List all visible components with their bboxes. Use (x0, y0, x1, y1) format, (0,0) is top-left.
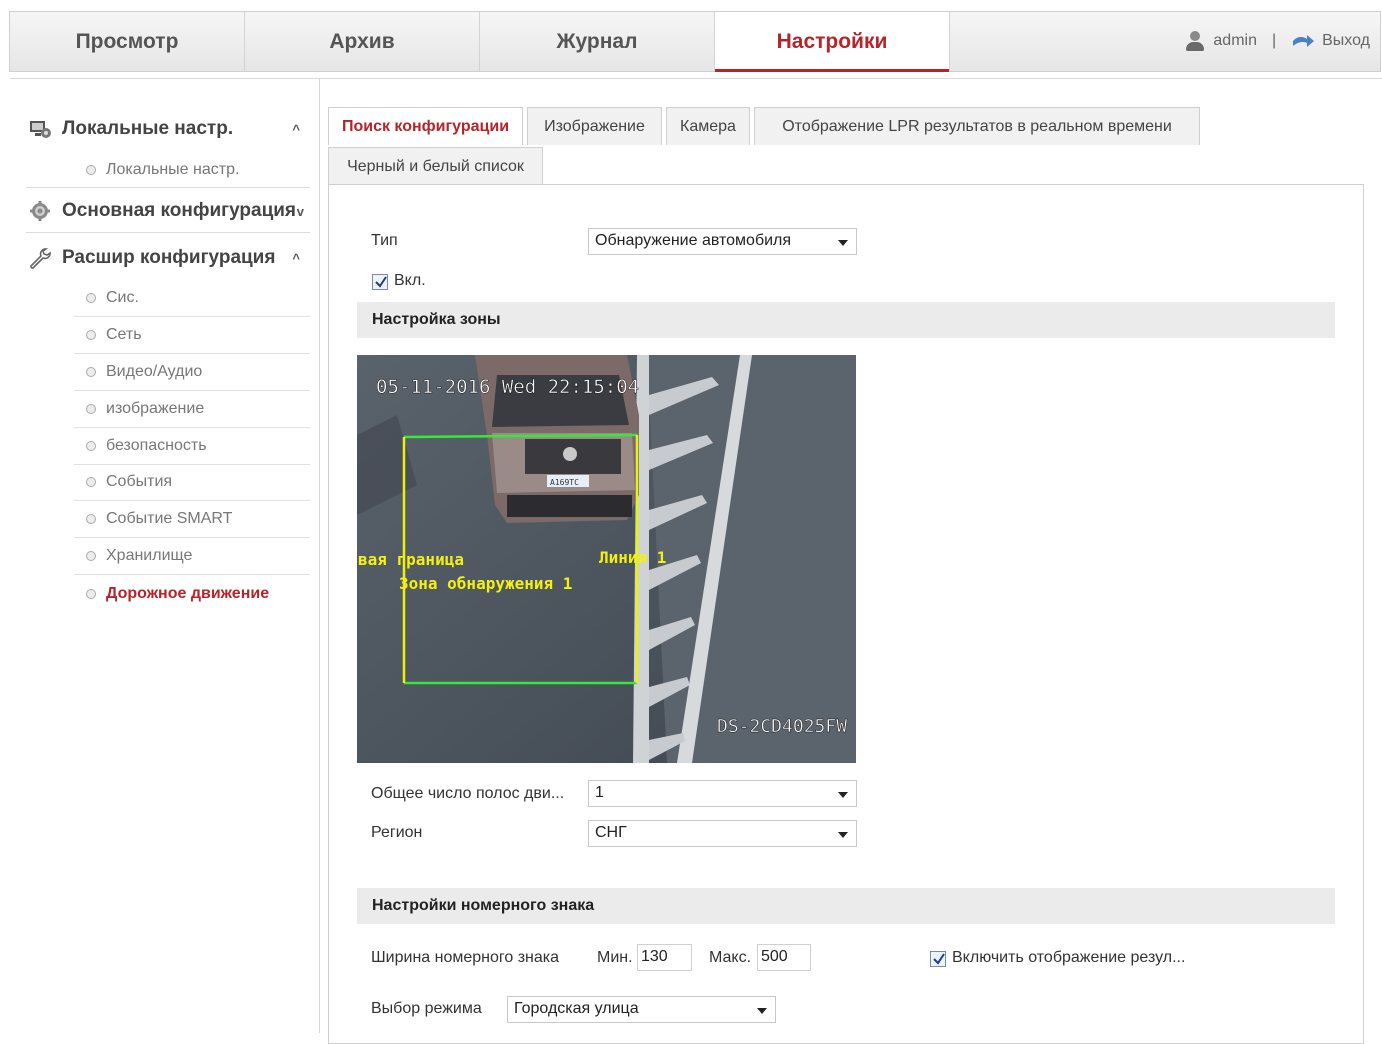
min-label: Мин. (597, 949, 633, 966)
wrench-icon (30, 248, 51, 269)
enable-checkbox[interactable] (372, 274, 388, 290)
sidebar-item-video-audio[interactable]: Видео/Аудио (74, 354, 310, 391)
tab-lpr-realtime[interactable]: Отображение LPR результатов в реальном в… (754, 107, 1200, 145)
logout-link[interactable]: Выход (1322, 32, 1370, 50)
plate-width-label: Ширина номерного знака (371, 949, 560, 966)
tab-settings[interactable]: Настройки (715, 12, 950, 72)
mode-select[interactable]: Городская улица (507, 996, 776, 1023)
zone-settings-header: Настройка зоны (357, 302, 1335, 338)
sidebar-item-smart-event[interactable]: Событие SMART (74, 501, 310, 538)
sidebar-item-network[interactable]: Сеть (74, 317, 310, 354)
video-timestamp: 05-11-2016 Wed 22:15:04 (376, 376, 639, 398)
show-result-checkbox[interactable] (930, 951, 946, 967)
monitor-icon (30, 121, 51, 138)
sidebar-group-basic[interactable]: Основная конфигурация v (28, 193, 306, 229)
divider (26, 232, 310, 233)
dropdown-arrow-icon (838, 240, 848, 246)
dropdown-arrow-icon (757, 1008, 767, 1014)
max-label: Макс. (709, 949, 752, 966)
lanes-label: Общее число полос дви... (371, 785, 565, 802)
zone-label: Зона обнаружения 1 (399, 574, 572, 593)
bullet-icon (86, 551, 96, 561)
lanes-select[interactable]: 1 (588, 780, 857, 807)
tab-black-white-list[interactable]: Черный и белый список (328, 147, 543, 185)
plate-settings-header: Настройки номерного знака (357, 888, 1335, 924)
bullet-icon (86, 330, 96, 340)
min-width-input[interactable]: 130 (637, 944, 692, 971)
username: admin (1213, 32, 1257, 49)
bullet-icon (86, 477, 96, 487)
region-label: Регион (371, 824, 423, 841)
dropdown-arrow-icon (838, 832, 848, 838)
collapse-caret-icon[interactable]: ^ (292, 251, 300, 266)
collapse-caret-icon[interactable]: ^ (292, 122, 300, 137)
bullet-icon (86, 441, 96, 451)
camera-model-label: DS-2CD4025FW (717, 716, 847, 737)
sidebar-group-label: Расшир конфигурация (62, 247, 276, 268)
tab-image[interactable]: Изображение (527, 107, 662, 145)
bullet-icon (86, 367, 96, 377)
tab-archive[interactable]: Архив (245, 12, 480, 71)
user-box: admin | Выход (1184, 30, 1370, 52)
divider (26, 187, 310, 188)
bullet-icon (86, 293, 96, 303)
expand-caret-icon[interactable]: v (297, 204, 304, 219)
tab-preview[interactable]: Просмотр (10, 12, 245, 71)
sidebar-group-label: Локальные настр. (62, 118, 234, 139)
sidebar-item-storage[interactable]: Хранилище (74, 538, 310, 575)
user-icon (1184, 30, 1206, 52)
sidebar-item-local-settings[interactable]: Локальные настр. (74, 151, 310, 188)
sidebar-group-local[interactable]: Локальные настр. ^ (28, 111, 306, 147)
camera-frame-image: А169ТС 05-11-2016 Wed 22:15:04 вая грани… (357, 355, 856, 763)
tab-log[interactable]: Журнал (480, 12, 715, 71)
sidebar-item-events[interactable]: События (74, 464, 310, 501)
sidebar-item-image[interactable]: изображение (74, 391, 310, 428)
region-select[interactable]: СНГ (588, 820, 857, 847)
sidebar-item-traffic[interactable]: Дорожное движение (74, 575, 310, 612)
camera-preview[interactable]: А169ТС 05-11-2016 Wed 22:15:04 вая грани… (357, 355, 856, 763)
sidebar-group-label: Основная конфигурация (62, 200, 297, 221)
plate-text: А169ТС (550, 478, 579, 487)
sidebar-item-system[interactable]: Сис. (74, 280, 310, 317)
checkmark-icon (933, 953, 945, 965)
type-label: Тип (371, 232, 398, 249)
top-nav: Просмотр Архив Журнал Настройки admin | … (9, 11, 1381, 72)
tab-camera[interactable]: Камера (666, 107, 750, 145)
bullet-icon (86, 514, 96, 524)
sidebar-item-security[interactable]: безопасность (74, 428, 310, 465)
show-result-label: Включить отображение резул... (952, 949, 1186, 966)
bullet-icon (86, 404, 96, 414)
dropdown-arrow-icon (838, 792, 848, 798)
mode-label: Выбор режима (371, 1000, 482, 1017)
nav-separator: | (1271, 32, 1277, 49)
bullet-icon (86, 588, 96, 599)
line-label: Линия 1 (599, 548, 666, 567)
logout-icon[interactable] (1291, 32, 1315, 50)
checkmark-icon (375, 276, 387, 288)
max-width-input[interactable]: 500 (757, 944, 811, 971)
sidebar-group-advanced[interactable]: Расшир конфигурация ^ (28, 240, 306, 276)
bullet-icon (86, 164, 96, 175)
type-select[interactable]: Обнаружение автомобиля (588, 228, 857, 255)
tab-search-config[interactable]: Поиск конфигурации (328, 107, 523, 145)
boundary-label: вая граница (358, 550, 464, 569)
enable-label: Вкл. (394, 272, 426, 289)
gear-icon (30, 201, 50, 221)
